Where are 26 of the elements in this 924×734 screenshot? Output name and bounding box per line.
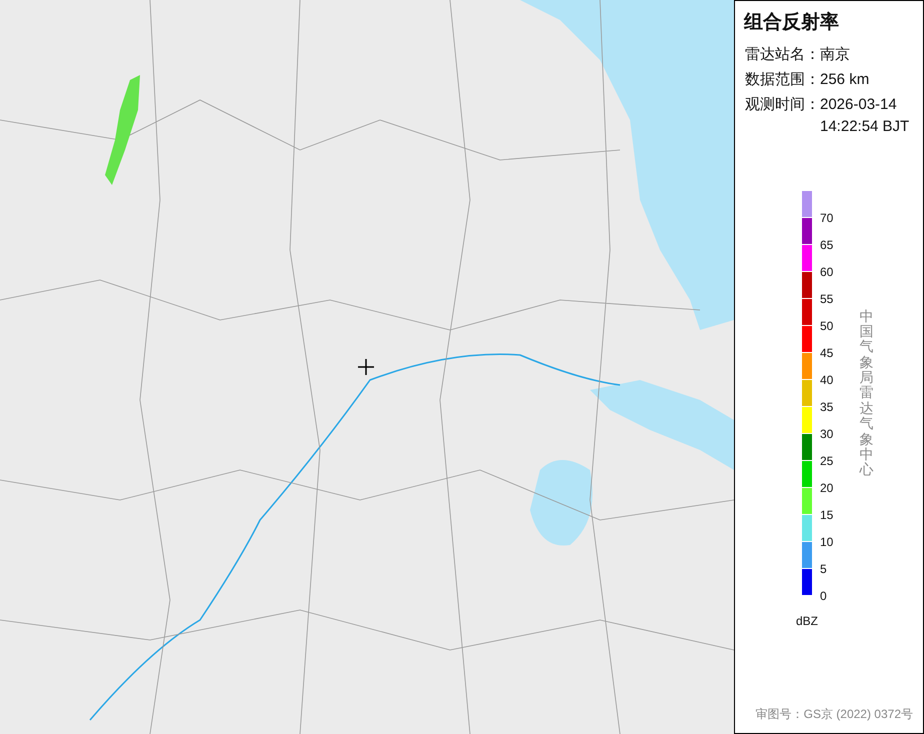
panel-title: 组合反射率	[742, 10, 840, 35]
crosshair-icon	[358, 359, 374, 375]
legend-tick: 20	[820, 480, 834, 496]
legend-tick: 40	[820, 372, 834, 388]
legend-tick: 60	[820, 264, 834, 280]
legend-tick: 65	[820, 236, 834, 254]
legend-tick: 25	[820, 452, 834, 470]
legend-tick: 15	[820, 506, 834, 524]
legend-tick: 10	[820, 534, 834, 550]
field-label: 观测时间：	[745, 94, 820, 114]
field-label: 数据范围：	[745, 70, 820, 90]
credit-text: 中国气象局雷达气象中心	[859, 308, 874, 480]
field-label: 雷达站名：	[745, 44, 820, 64]
legend-tick: 30	[820, 426, 834, 442]
legend-tick: 35	[820, 398, 834, 416]
legend-tick: 45	[820, 344, 834, 362]
legend-tick: 55	[820, 290, 834, 308]
field-value: 2026-03-14 14:22:54 BJT	[820, 94, 910, 136]
approval-number: 审图号：GS京 (2022) 0372号	[756, 706, 913, 723]
legend-tick: 5	[820, 560, 828, 578]
field-value: 南京	[820, 44, 851, 64]
legend-tick: 70	[820, 210, 834, 226]
legend-unit: dBZ	[796, 612, 820, 630]
legend-tick: 0	[820, 588, 828, 604]
field-value: 256 km	[820, 70, 870, 90]
legend-tick: 50	[820, 318, 834, 334]
